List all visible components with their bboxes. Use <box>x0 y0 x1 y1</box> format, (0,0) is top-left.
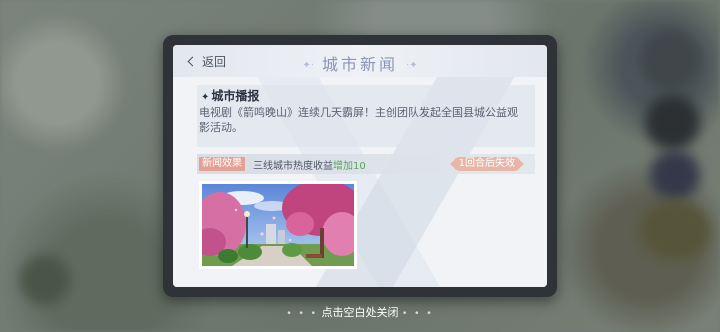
dots-right-icon: • • • <box>402 309 434 319</box>
close-hint[interactable]: • • • 点击空白处关闭 • • • <box>0 304 720 320</box>
page-title: ✦· 城市新闻 ·✦ <box>173 51 547 75</box>
star-icon: ✦ <box>201 92 210 103</box>
park-illustration <box>202 184 354 266</box>
news-tablet: 返回 ✦· 城市新闻 ·✦ ✦ 城市播报 电视剧《箭鸣晚山》连续几天霸屏！主创团队… <box>163 35 557 297</box>
effect-increase: 增加10 <box>333 161 366 172</box>
sparkle-left-icon: ✦· <box>302 60 314 71</box>
sparkle-right-icon: ·✦ <box>406 60 418 71</box>
dots-left-icon: • • • <box>286 309 318 319</box>
tablet-screen: 返回 ✦· 城市新闻 ·✦ ✦ 城市播报 电视剧《箭鸣晚山》连续几天霸屏！主创团队… <box>173 45 547 287</box>
news-effect-row: 新闻效果 三线城市热度收益增加10 1回合后失效 <box>197 154 535 174</box>
expire-badge: 1回合后失效 <box>452 157 521 171</box>
news-heading: ✦ 城市播报 <box>201 87 259 104</box>
close-hint-text: 点击空白处关闭 <box>321 306 399 319</box>
news-photo <box>199 181 357 269</box>
page-title-text: 城市新闻 <box>321 55 398 74</box>
effect-tag: 新闻效果 <box>199 157 245 171</box>
news-heading-text: 城市播报 <box>211 89 260 103</box>
effect-text: 三线城市热度收益 <box>253 161 333 172</box>
header-bar: 返回 ✦· 城市新闻 ·✦ <box>173 45 547 77</box>
news-body: 电视剧《箭鸣晚山》连续几天霸屏！主创团队发起全国县城公益观影活动。 <box>199 106 518 134</box>
news-card: ✦ 城市播报 电视剧《箭鸣晚山》连续几天霸屏！主创团队发起全国县城公益观影活动。 <box>197 85 535 147</box>
effect-description: 三线城市热度收益增加10 <box>253 157 366 172</box>
